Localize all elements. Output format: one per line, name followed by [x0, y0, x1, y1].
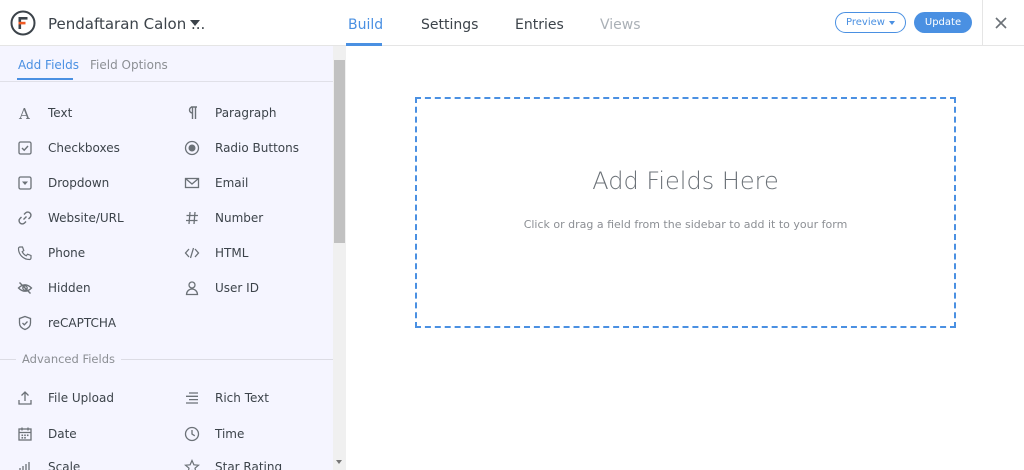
field-date[interactable]: Date [16, 421, 77, 447]
field-label: User ID [215, 281, 259, 295]
upload-icon [16, 389, 34, 407]
scrollbar-thumb[interactable] [334, 60, 345, 243]
sidebar-scrollbar[interactable] [333, 46, 346, 470]
field-time[interactable]: Time [183, 421, 244, 447]
advanced-fields-label: Advanced Fields [22, 352, 115, 366]
top-bar: Pendaftaran Calon ... Build Settings Ent… [0, 0, 1024, 46]
field-label: Rich Text [215, 391, 269, 405]
header-divider [982, 0, 983, 46]
caret-down-icon [888, 20, 895, 25]
section-rule [0, 358, 16, 360]
add-fields-dropzone[interactable]: Add Fields Here Click or drag a field fr… [415, 97, 956, 328]
field-label: Scale [48, 460, 81, 470]
field-email[interactable]: Email [183, 170, 248, 196]
field-rich-text[interactable]: Rich Text [183, 385, 269, 411]
field-dropdown[interactable]: Dropdown [16, 170, 109, 196]
field-hidden[interactable]: Hidden [16, 275, 91, 301]
field-number[interactable]: Number [183, 205, 263, 231]
tab-add-fields[interactable]: Add Fields [18, 58, 79, 72]
eye-off-icon [16, 279, 34, 297]
field-label: Date [48, 427, 77, 441]
hash-icon [183, 209, 201, 227]
tab-field-options[interactable]: Field Options [90, 58, 168, 72]
link-icon [16, 209, 34, 227]
active-tab-indicator [346, 43, 382, 46]
dropdown-icon [16, 174, 34, 192]
form-title[interactable]: Pendaftaran Calon ... [48, 15, 205, 33]
clock-icon [183, 425, 201, 443]
field-scale[interactable]: Scale [16, 454, 80, 470]
field-label: Text [48, 106, 73, 120]
field-label: Number [215, 211, 264, 225]
tab-entries[interactable]: Entries [515, 17, 564, 33]
field-html[interactable]: HTML [183, 240, 248, 266]
sub-tab-divider [0, 81, 333, 82]
field-label: reCAPTCHA [48, 316, 117, 330]
dropzone-subtitle: Click or drag a field from the sidebar t… [523, 218, 848, 231]
tab-settings[interactable]: Settings [421, 17, 478, 33]
envelope-icon [183, 174, 201, 192]
advanced-fields-header: Advanced Fields [0, 349, 333, 369]
field-label: Time [215, 427, 245, 441]
field-star-rating[interactable]: Star Rating [183, 454, 282, 470]
calendar-icon [16, 425, 34, 443]
tab-views[interactable]: Views [600, 17, 641, 33]
close-icon[interactable] [993, 15, 1009, 31]
scale-icon [16, 458, 34, 470]
text-icon: A [16, 104, 34, 122]
field-label: Radio Buttons [215, 141, 299, 155]
preview-button[interactable]: Preview [835, 12, 906, 33]
svg-text:A: A [18, 105, 30, 121]
align-icon [183, 389, 201, 407]
sub-tab-indicator [17, 78, 73, 80]
field-label: Website/URL [48, 211, 124, 225]
field-radio-buttons[interactable]: Radio Buttons [183, 135, 299, 161]
radio-icon [183, 139, 201, 157]
field-phone[interactable]: Phone [16, 240, 85, 266]
preview-button-label: Preview [846, 17, 885, 28]
field-checkboxes[interactable]: Checkboxes [16, 135, 120, 161]
fields-sidebar: Add Fields Field Options A Text Paragrap… [0, 46, 346, 470]
field-paragraph[interactable]: Paragraph [183, 100, 276, 126]
field-user-id[interactable]: User ID [183, 275, 259, 301]
scroll-down-arrow-icon[interactable] [336, 460, 342, 464]
field-file-upload[interactable]: File Upload [16, 385, 114, 411]
user-icon [183, 279, 201, 297]
checkbox-icon [16, 139, 34, 157]
star-icon [183, 458, 201, 470]
field-website-url[interactable]: Website/URL [16, 205, 124, 231]
tab-build[interactable]: Build [348, 17, 383, 33]
field-label: Dropdown [48, 176, 110, 190]
chevron-down-icon[interactable] [190, 20, 200, 26]
field-label: Paragraph [215, 106, 277, 120]
field-text[interactable]: A Text [16, 100, 72, 126]
update-button[interactable]: Update [914, 12, 972, 33]
phone-icon [16, 244, 34, 262]
section-rule [121, 358, 333, 360]
field-recaptcha[interactable]: reCAPTCHA [16, 310, 116, 336]
field-label: Star Rating [215, 460, 283, 470]
formidable-logo-icon[interactable] [10, 10, 36, 36]
field-label: Checkboxes [48, 141, 120, 155]
field-label: File Upload [48, 391, 114, 405]
field-label: HTML [215, 246, 249, 260]
shield-icon [16, 314, 34, 332]
paragraph-icon [183, 104, 201, 122]
code-icon [183, 244, 201, 262]
field-label: Phone [48, 246, 86, 260]
field-label: Hidden [48, 281, 91, 295]
dropzone-title: Add Fields Here [592, 167, 779, 195]
field-label: Email [215, 176, 249, 190]
